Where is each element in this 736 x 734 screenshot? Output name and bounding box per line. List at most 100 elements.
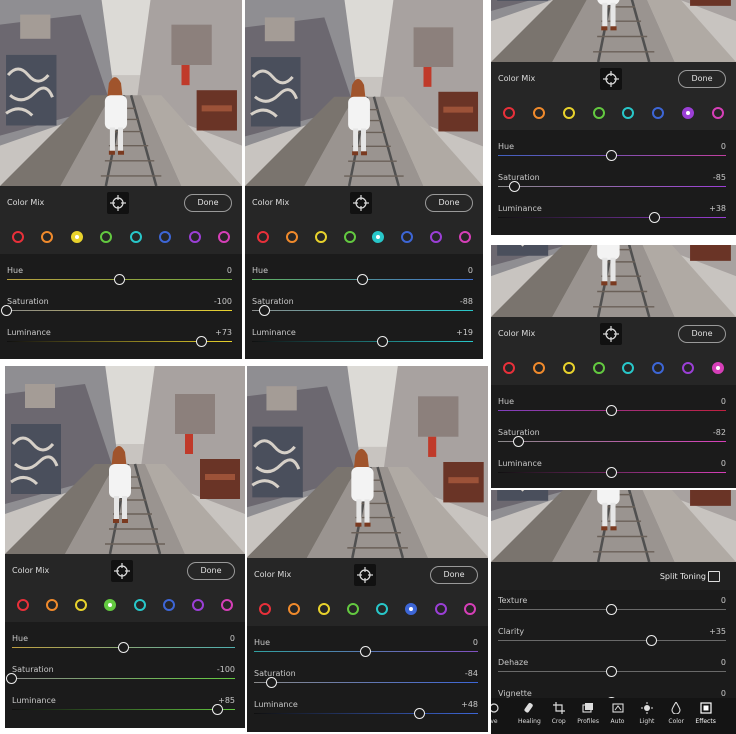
color-swatch-6[interactable] xyxy=(162,599,175,611)
color-swatch-8[interactable] xyxy=(459,231,471,243)
hue-slider-handle[interactable] xyxy=(606,405,617,416)
color-swatch-2[interactable] xyxy=(532,362,545,374)
saturation-slider[interactable] xyxy=(498,181,726,192)
luminance-slider[interactable] xyxy=(12,704,235,715)
target-adjust-button[interactable] xyxy=(600,68,622,90)
color-swatch-1[interactable] xyxy=(257,231,269,243)
color-swatch-2[interactable] xyxy=(46,599,59,611)
color-swatch-8[interactable] xyxy=(221,599,233,611)
color-swatch-2[interactable] xyxy=(288,603,301,615)
color-swatch-1[interactable] xyxy=(17,599,29,611)
dehaze-slider-handle[interactable] xyxy=(606,666,617,677)
color-swatch-5[interactable] xyxy=(376,603,389,615)
hue-slider-handle[interactable] xyxy=(113,274,125,285)
color-swatch-8[interactable] xyxy=(464,603,476,615)
saturation-slider[interactable] xyxy=(498,436,726,447)
hue-slider-handle[interactable] xyxy=(356,274,368,285)
saturation-slider-handle[interactable] xyxy=(509,181,521,192)
luminance-slider[interactable] xyxy=(254,708,478,719)
color-swatch-4[interactable] xyxy=(104,599,117,611)
color-swatch-2[interactable] xyxy=(285,231,298,243)
hue-slider-handle[interactable] xyxy=(606,150,617,161)
clarity-slider-handle[interactable] xyxy=(645,635,657,646)
hue-slider[interactable] xyxy=(12,642,235,653)
luminance-slider[interactable] xyxy=(498,212,726,223)
color-swatch-6[interactable] xyxy=(405,603,418,615)
color-swatch-6[interactable] xyxy=(159,231,172,243)
color-swatch-1[interactable] xyxy=(503,362,515,374)
done-button[interactable]: Done xyxy=(187,562,235,580)
color-swatch-6[interactable] xyxy=(652,362,665,374)
luminance-slider-handle[interactable] xyxy=(377,336,389,347)
color-swatch-1[interactable] xyxy=(12,231,24,243)
color-swatch-5[interactable] xyxy=(622,362,635,374)
target-adjust-button[interactable] xyxy=(600,323,622,345)
target-adjust-button[interactable] xyxy=(354,564,376,586)
luminance-slider-handle[interactable] xyxy=(212,704,224,715)
toolbar-effects-button[interactable]: Effects xyxy=(689,702,723,725)
done-button[interactable]: Done xyxy=(678,325,726,343)
hue-slider[interactable] xyxy=(498,150,726,161)
color-swatch-5[interactable] xyxy=(622,107,635,119)
color-swatch-7[interactable] xyxy=(434,603,447,615)
done-button[interactable]: Done xyxy=(678,70,726,88)
luminance-slider[interactable] xyxy=(498,467,726,478)
target-adjust-button[interactable] xyxy=(107,192,129,214)
color-swatch-4[interactable] xyxy=(343,231,356,243)
color-swatch-8[interactable] xyxy=(712,107,724,119)
saturation-slider-handle[interactable] xyxy=(6,673,17,684)
color-swatch-4[interactable] xyxy=(346,603,359,615)
color-swatch-3[interactable] xyxy=(562,362,575,374)
color-swatch-4[interactable] xyxy=(592,362,605,374)
toolbar-ve-button[interactable]: ve xyxy=(491,702,511,725)
texture-slider-handle[interactable] xyxy=(606,604,617,615)
done-button[interactable]: Done xyxy=(425,194,473,212)
split-toning-button[interactable]: Split Toning xyxy=(660,572,706,581)
luminance-slider-handle[interactable] xyxy=(606,467,617,478)
texture-slider[interactable] xyxy=(498,604,726,615)
color-swatch-1[interactable] xyxy=(259,603,271,615)
luminance-slider[interactable] xyxy=(252,336,473,347)
color-swatch-1[interactable] xyxy=(503,107,515,119)
hue-slider[interactable] xyxy=(254,646,478,657)
saturation-slider[interactable] xyxy=(252,305,473,316)
hue-slider[interactable] xyxy=(498,405,726,416)
color-swatch-3[interactable] xyxy=(317,603,330,615)
saturation-slider[interactable] xyxy=(254,677,478,688)
luminance-slider-handle[interactable] xyxy=(413,708,425,719)
color-swatch-6[interactable] xyxy=(652,107,665,119)
hue-slider[interactable] xyxy=(7,274,232,285)
hue-slider-handle[interactable] xyxy=(360,646,371,657)
luminance-slider-handle[interactable] xyxy=(195,336,207,347)
saturation-slider[interactable] xyxy=(6,673,235,684)
hue-slider-handle[interactable] xyxy=(117,642,129,653)
color-swatch-3[interactable] xyxy=(75,599,88,611)
saturation-slider-handle[interactable] xyxy=(512,436,524,447)
luminance-slider[interactable] xyxy=(7,336,232,347)
color-swatch-5[interactable] xyxy=(129,231,142,243)
color-swatch-2[interactable] xyxy=(532,107,545,119)
saturation-slider-handle[interactable] xyxy=(265,677,277,688)
color-swatch-3[interactable] xyxy=(562,107,575,119)
color-swatch-2[interactable] xyxy=(41,231,54,243)
color-swatch-7[interactable] xyxy=(682,362,695,374)
saturation-slider[interactable] xyxy=(1,305,232,316)
color-swatch-8[interactable] xyxy=(712,362,724,374)
color-swatch-8[interactable] xyxy=(218,231,230,243)
color-swatch-7[interactable] xyxy=(191,599,204,611)
clarity-slider[interactable] xyxy=(498,635,726,646)
color-swatch-7[interactable] xyxy=(430,231,443,243)
color-swatch-7[interactable] xyxy=(682,107,695,119)
dehaze-slider[interactable] xyxy=(498,666,726,677)
target-adjust-button[interactable] xyxy=(111,560,133,582)
target-adjust-button[interactable] xyxy=(350,192,372,214)
saturation-slider-handle[interactable] xyxy=(1,305,12,316)
color-swatch-5[interactable] xyxy=(133,599,146,611)
saturation-slider-handle[interactable] xyxy=(259,305,271,316)
color-swatch-7[interactable] xyxy=(188,231,201,243)
color-swatch-4[interactable] xyxy=(592,107,605,119)
luminance-slider-handle[interactable] xyxy=(649,212,661,223)
color-swatch-6[interactable] xyxy=(401,231,414,243)
done-button[interactable]: Done xyxy=(184,194,232,212)
color-swatch-5[interactable] xyxy=(372,231,385,243)
